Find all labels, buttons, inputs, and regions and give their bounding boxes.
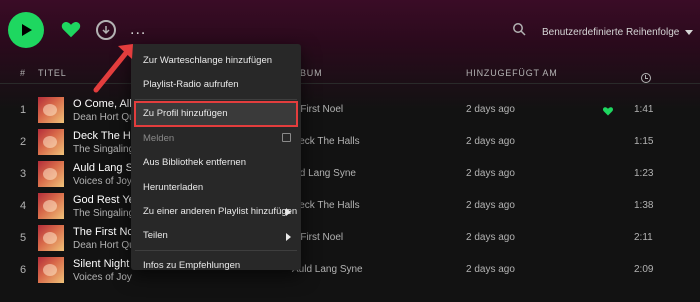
track-list: 1 O Come, All T Dean Hort Qua e First No… [0, 94, 700, 286]
album-art [38, 257, 64, 283]
album-art [38, 193, 64, 219]
menu-item-remove-from-library[interactable]: Aus Bibliothek entfernen [135, 151, 297, 175]
track-artist[interactable]: The Singalings [73, 144, 139, 155]
album-art [38, 161, 64, 187]
menu-item-share[interactable]: Teilen [135, 224, 297, 248]
menu-item-add-to-queue[interactable]: Zur Warteschlange hinzufügen [135, 48, 297, 72]
track-number: 3 [20, 168, 27, 180]
menu-item-label: Herunterladen [143, 181, 204, 193]
column-title[interactable]: TITEL [38, 68, 67, 78]
clock-icon [641, 73, 651, 83]
menu-item-recommendation-info[interactable]: Infos zu Empfehlungen [135, 253, 297, 277]
menu-item-label: Teilen [143, 230, 168, 242]
album-art [38, 97, 64, 123]
menu-item-label: Melden [143, 132, 175, 144]
track-title[interactable]: Deck The Ha [73, 130, 137, 142]
track-title[interactable]: Silent Night [73, 258, 129, 270]
track-added: 2 days ago [466, 136, 515, 147]
play-icon [22, 24, 32, 36]
menu-item-label: Zu Profil hinzufügen [143, 108, 228, 120]
context-menu: Zur Warteschlange hinzufügen Playlist-Ra… [131, 44, 301, 271]
menu-item-label: Aus Bibliothek entfernen [143, 157, 246, 169]
track-row[interactable]: 1 O Come, All T Dean Hort Qua e First No… [0, 94, 700, 126]
track-title[interactable]: The First Noe [73, 226, 140, 238]
sort-dropdown[interactable]: Benutzerdefinierte Reihenfolge [542, 24, 694, 40]
track-row[interactable]: 2 Deck The Ha The Singalings Deck The Ha… [0, 126, 700, 158]
track-added: 2 days ago [466, 264, 515, 275]
column-number: # [20, 68, 26, 78]
track-album[interactable]: Deck The Halls [292, 136, 360, 147]
track-row[interactable]: 4 God Rest Ye The Singalings Deck The Ha… [0, 190, 700, 222]
caret-down-icon [685, 29, 694, 35]
download-icon [102, 26, 110, 35]
track-album[interactable]: Auld Lang Syne [292, 264, 363, 275]
track-artist[interactable]: Voices of Joy [73, 176, 132, 187]
track-duration: 2:09 [634, 264, 654, 275]
track-title[interactable]: God Rest Ye [73, 194, 135, 206]
track-album[interactable]: Deck The Halls [292, 200, 360, 211]
track-duration: 1:23 [634, 168, 654, 179]
column-album[interactable]: BUM [300, 68, 322, 78]
like-button[interactable] [60, 18, 82, 40]
track-duration: 1:15 [634, 136, 654, 147]
menu-item-add-to-profile[interactable]: Zu Profil hinzufügen [134, 100, 298, 128]
track-album[interactable]: uld Lang Syne [292, 168, 356, 179]
album-art [38, 225, 64, 251]
track-added: 2 days ago [466, 104, 515, 115]
track-number: 1 [20, 104, 27, 116]
menu-divider [135, 98, 297, 100]
chevron-right-icon [286, 232, 291, 241]
chevron-right-icon [286, 208, 291, 217]
track-added: 2 days ago [466, 232, 515, 243]
menu-item-add-to-other-playlist[interactable]: Zu einer anderen Playlist hinzufügen [135, 199, 297, 223]
menu-item-report[interactable]: Melden [135, 126, 297, 150]
menu-item-label: Playlist-Radio aufrufen [143, 79, 239, 91]
menu-item-download[interactable]: Herunterladen [135, 175, 297, 199]
menu-item-label: Zur Warteschlange hinzufügen [143, 54, 273, 66]
download-button[interactable] [96, 20, 116, 40]
menu-item-label: Infos zu Empfehlungen [143, 259, 241, 271]
search-icon [513, 23, 526, 36]
track-duration: 1:38 [634, 200, 654, 211]
track-title[interactable]: Auld Lang Sy [73, 162, 138, 174]
play-button[interactable] [8, 12, 44, 48]
search-button[interactable] [512, 22, 528, 38]
track-added: 2 days ago [466, 168, 515, 179]
track-row[interactable]: 6 Silent Night Voices of Joy Auld Lang S… [0, 254, 700, 286]
track-duration: 1:41 [634, 104, 654, 115]
track-added: 2 days ago [466, 200, 515, 211]
action-bar: ... Benutzerdefinierte Reihenfolge [0, 0, 700, 62]
track-number: 6 [20, 264, 27, 276]
column-added[interactable]: HINZUGEFÜGT AM [466, 68, 558, 78]
track-list-header: # TITEL BUM HINZUGEFÜGT AM [0, 62, 700, 84]
track-row[interactable]: 3 Auld Lang Sy Voices of Joy uld Lang Sy… [0, 158, 700, 190]
track-artist[interactable]: The Singalings [73, 208, 139, 219]
track-number: 2 [20, 136, 27, 148]
more-options-button[interactable]: ... [130, 20, 154, 40]
track-number: 5 [20, 232, 27, 244]
track-artist[interactable]: Voices of Joy [73, 272, 132, 283]
album-art [38, 129, 64, 155]
menu-divider [135, 250, 297, 252]
track-row[interactable]: 5 The First Noe Dean Hort Qua e First No… [0, 222, 700, 254]
track-number: 4 [20, 200, 27, 212]
menu-item-label: Zu einer anderen Playlist hinzufügen [143, 206, 298, 218]
external-link-icon [282, 133, 291, 143]
liked-heart-icon[interactable] [602, 105, 614, 117]
heart-icon [61, 22, 81, 38]
track-duration: 2:11 [634, 232, 653, 243]
sort-label: Benutzerdefinierte Reihenfolge [542, 26, 680, 38]
menu-item-playlist-radio[interactable]: Playlist-Radio aufrufen [135, 72, 297, 96]
